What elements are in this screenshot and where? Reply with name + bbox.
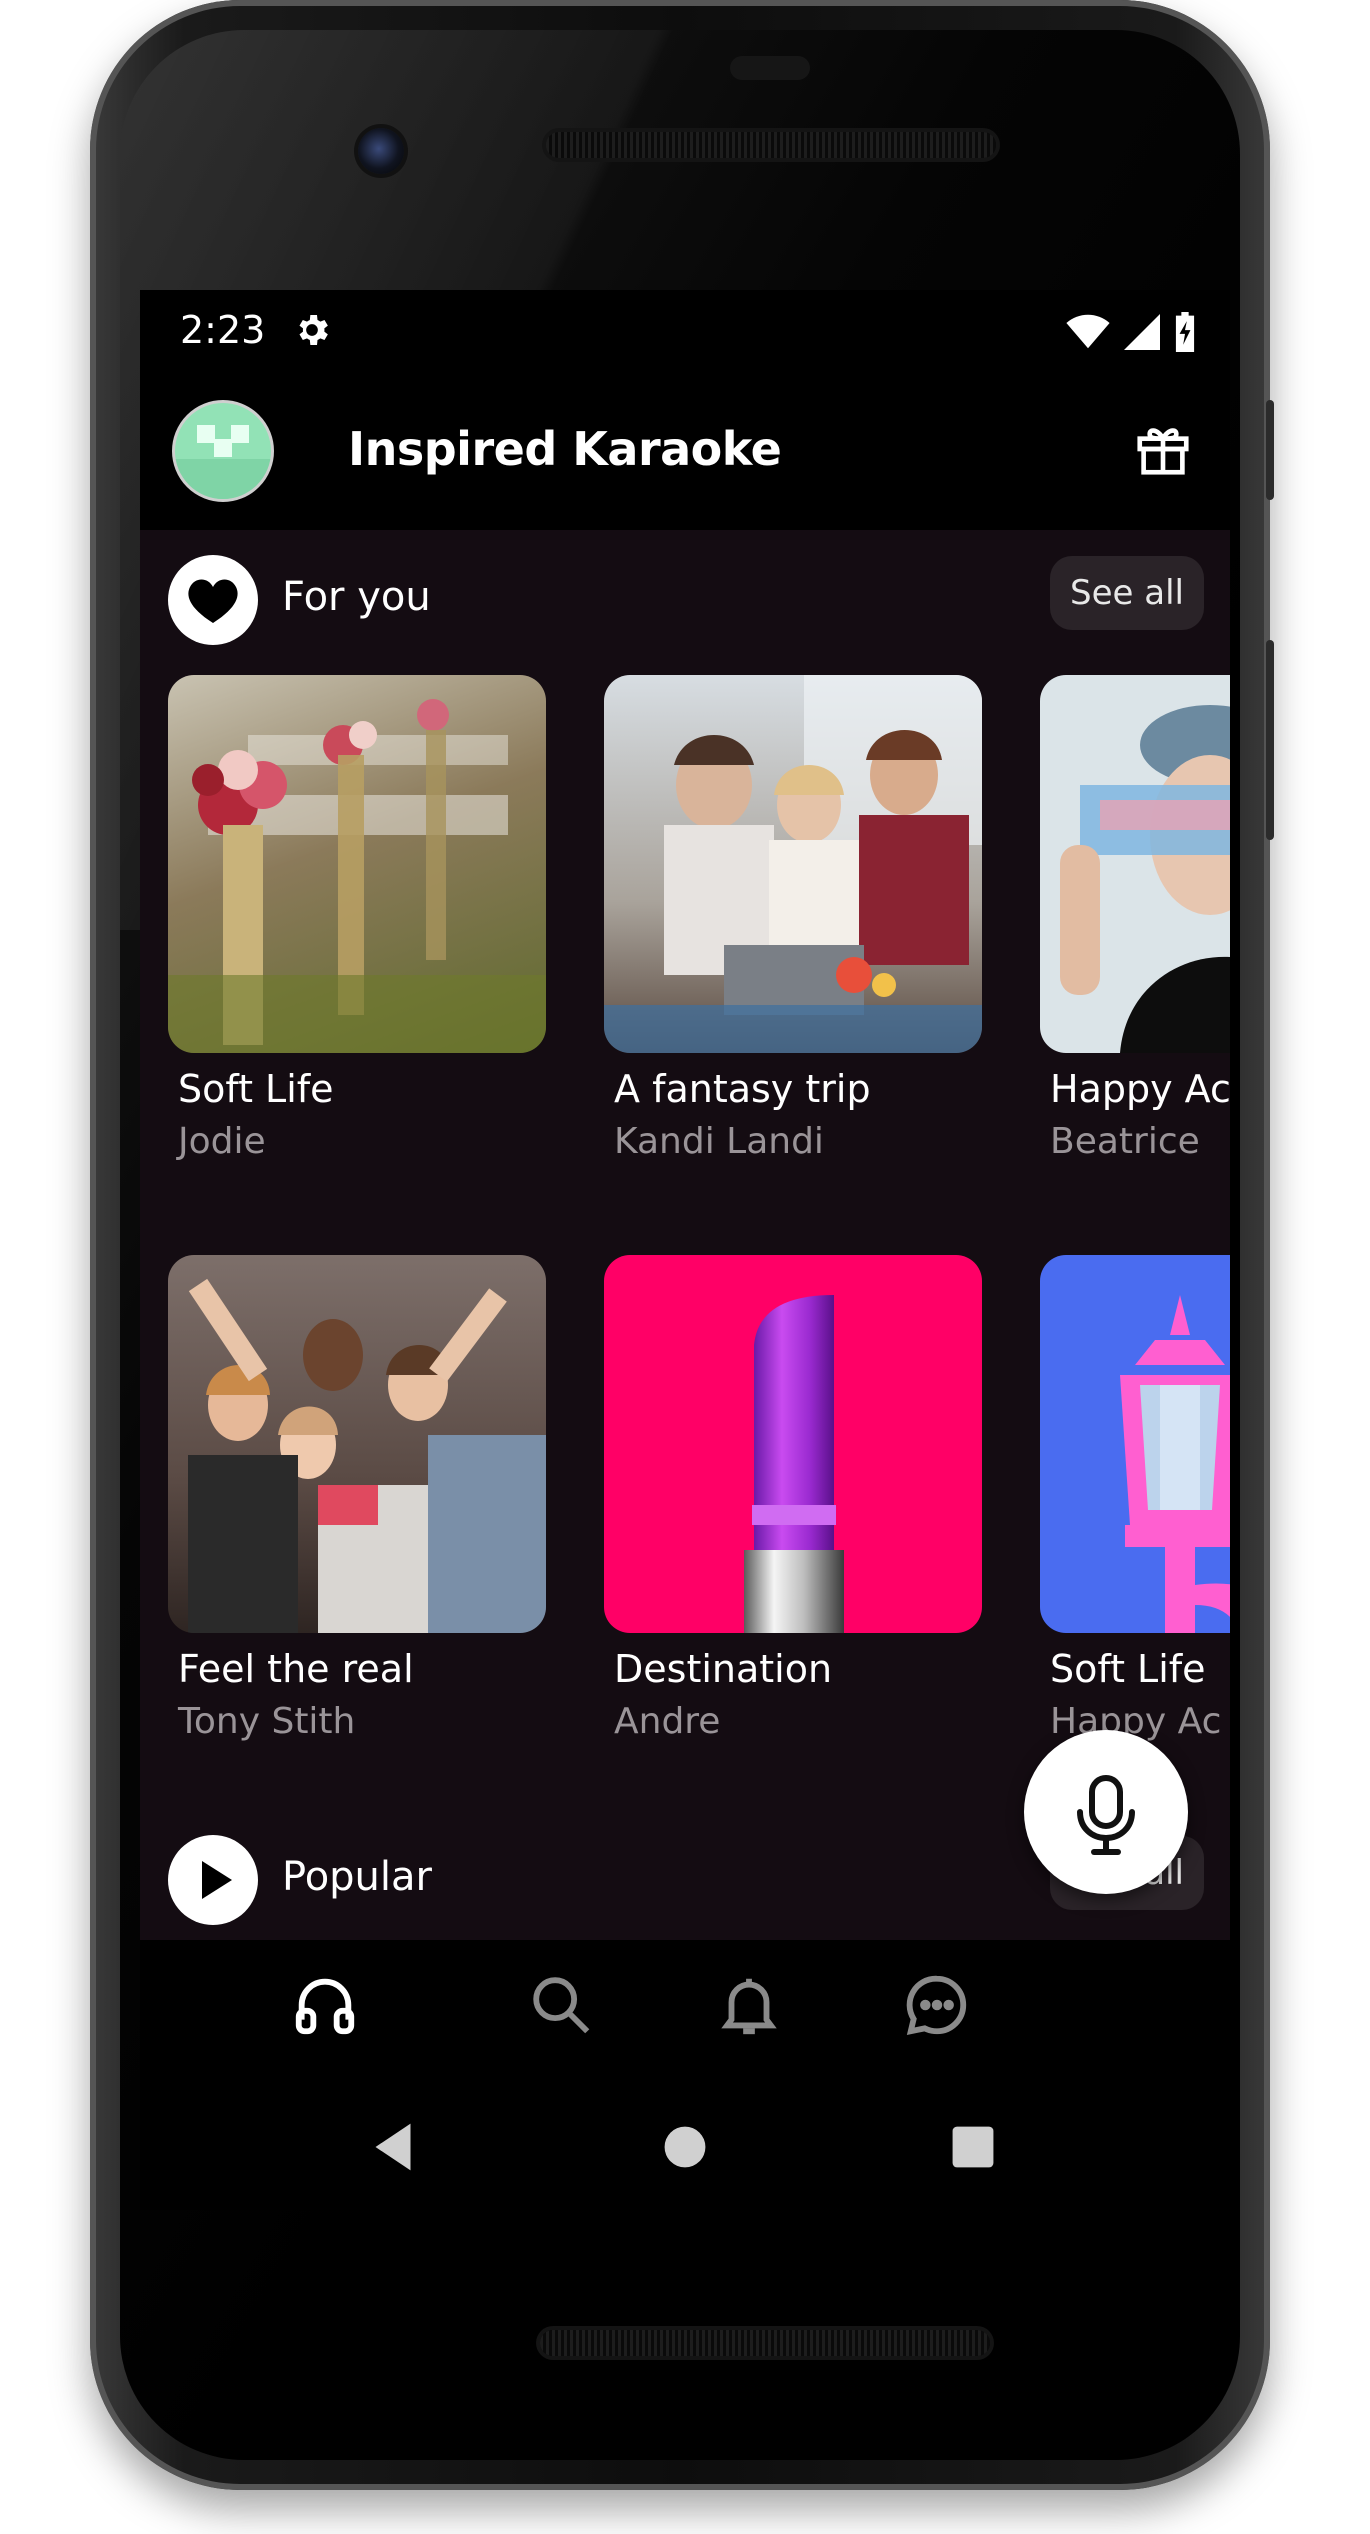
card-artwork-flowers bbox=[168, 675, 546, 1053]
bottom-navigation bbox=[140, 1950, 1230, 2060]
system-navigation bbox=[140, 2090, 1230, 2200]
status-bar: 2:23 bbox=[140, 290, 1230, 380]
card-artwork-glasses bbox=[1040, 675, 1230, 1053]
section-title: For you bbox=[282, 574, 431, 620]
song-card[interactable]: Happy Ac Beatrice bbox=[1040, 675, 1230, 1162]
card-artist: Tony Stith bbox=[178, 1701, 356, 1742]
card-artwork-party bbox=[168, 1255, 546, 1633]
card-artist: Jodie bbox=[178, 1121, 266, 1162]
wifi-icon bbox=[1066, 314, 1110, 349]
front-camera bbox=[358, 128, 404, 174]
heart-icon-badge bbox=[168, 555, 258, 645]
status-icons bbox=[1066, 310, 1196, 354]
app-bar: Inspired Karaoke bbox=[140, 390, 1230, 510]
battery-icon bbox=[1175, 312, 1195, 352]
chat-icon[interactable] bbox=[902, 1970, 972, 2040]
home-icon[interactable] bbox=[650, 2112, 720, 2182]
card-artwork-lamp bbox=[1040, 1255, 1230, 1633]
back-icon[interactable] bbox=[358, 2112, 428, 2182]
signal-icon bbox=[1124, 314, 1160, 350]
section-title: Popular bbox=[282, 1854, 432, 1900]
status-time: 2:23 bbox=[180, 308, 266, 352]
gear-icon bbox=[299, 315, 328, 345]
microphone-icon bbox=[1077, 1775, 1135, 1855]
recents-icon[interactable] bbox=[938, 2112, 1008, 2182]
search-icon[interactable] bbox=[526, 1970, 596, 2040]
card-title: Happy Ac bbox=[1050, 1067, 1230, 1111]
card-artwork-lipstick bbox=[604, 1255, 982, 1633]
power-button bbox=[1266, 400, 1274, 500]
see-all-button[interactable]: See all bbox=[1050, 556, 1204, 630]
card-title: Soft Life bbox=[1050, 1647, 1206, 1691]
card-title: Destination bbox=[614, 1647, 833, 1691]
proximity-sensor bbox=[730, 56, 810, 80]
gift-icon[interactable] bbox=[1132, 418, 1194, 480]
card-artist: Beatrice bbox=[1050, 1121, 1200, 1162]
play-icon-badge bbox=[168, 1835, 258, 1925]
avatar[interactable] bbox=[172, 400, 274, 502]
headphones-icon[interactable] bbox=[290, 1970, 360, 2040]
play-icon bbox=[202, 1861, 232, 1899]
song-card[interactable]: Soft Life Happy Ac bbox=[1040, 1255, 1230, 1742]
song-card[interactable]: Soft Life Jodie bbox=[168, 675, 546, 1162]
card-artwork-team bbox=[604, 675, 982, 1053]
song-card[interactable]: Destination Andre bbox=[604, 1255, 982, 1742]
content-panel: For you See all Soft Life Jodie A fantas… bbox=[140, 530, 1230, 1940]
microphone-fab[interactable] bbox=[1024, 1730, 1188, 1894]
section-header-for-you: For you See all bbox=[140, 550, 1230, 650]
volume-button bbox=[1266, 640, 1274, 840]
card-artist: Andre bbox=[614, 1701, 721, 1742]
earpiece-speaker bbox=[546, 132, 996, 158]
card-title: Feel the real bbox=[178, 1647, 414, 1691]
bottom-speaker bbox=[540, 2330, 990, 2356]
song-card[interactable]: Feel the real Tony Stith bbox=[168, 1255, 546, 1742]
card-title: A fantasy trip bbox=[614, 1067, 871, 1111]
song-card[interactable]: A fantasy trip Kandi Landi bbox=[604, 675, 982, 1162]
avatar-pattern bbox=[175, 425, 271, 499]
bell-icon[interactable] bbox=[714, 1970, 784, 2040]
heart-icon bbox=[188, 579, 238, 623]
card-artist: Kandi Landi bbox=[614, 1121, 824, 1162]
card-title: Soft Life bbox=[178, 1067, 334, 1111]
app-title: Inspired Karaoke bbox=[348, 422, 782, 476]
app-screen: 2:23 Inspired Karaoke For you See all So… bbox=[140, 290, 1230, 2210]
